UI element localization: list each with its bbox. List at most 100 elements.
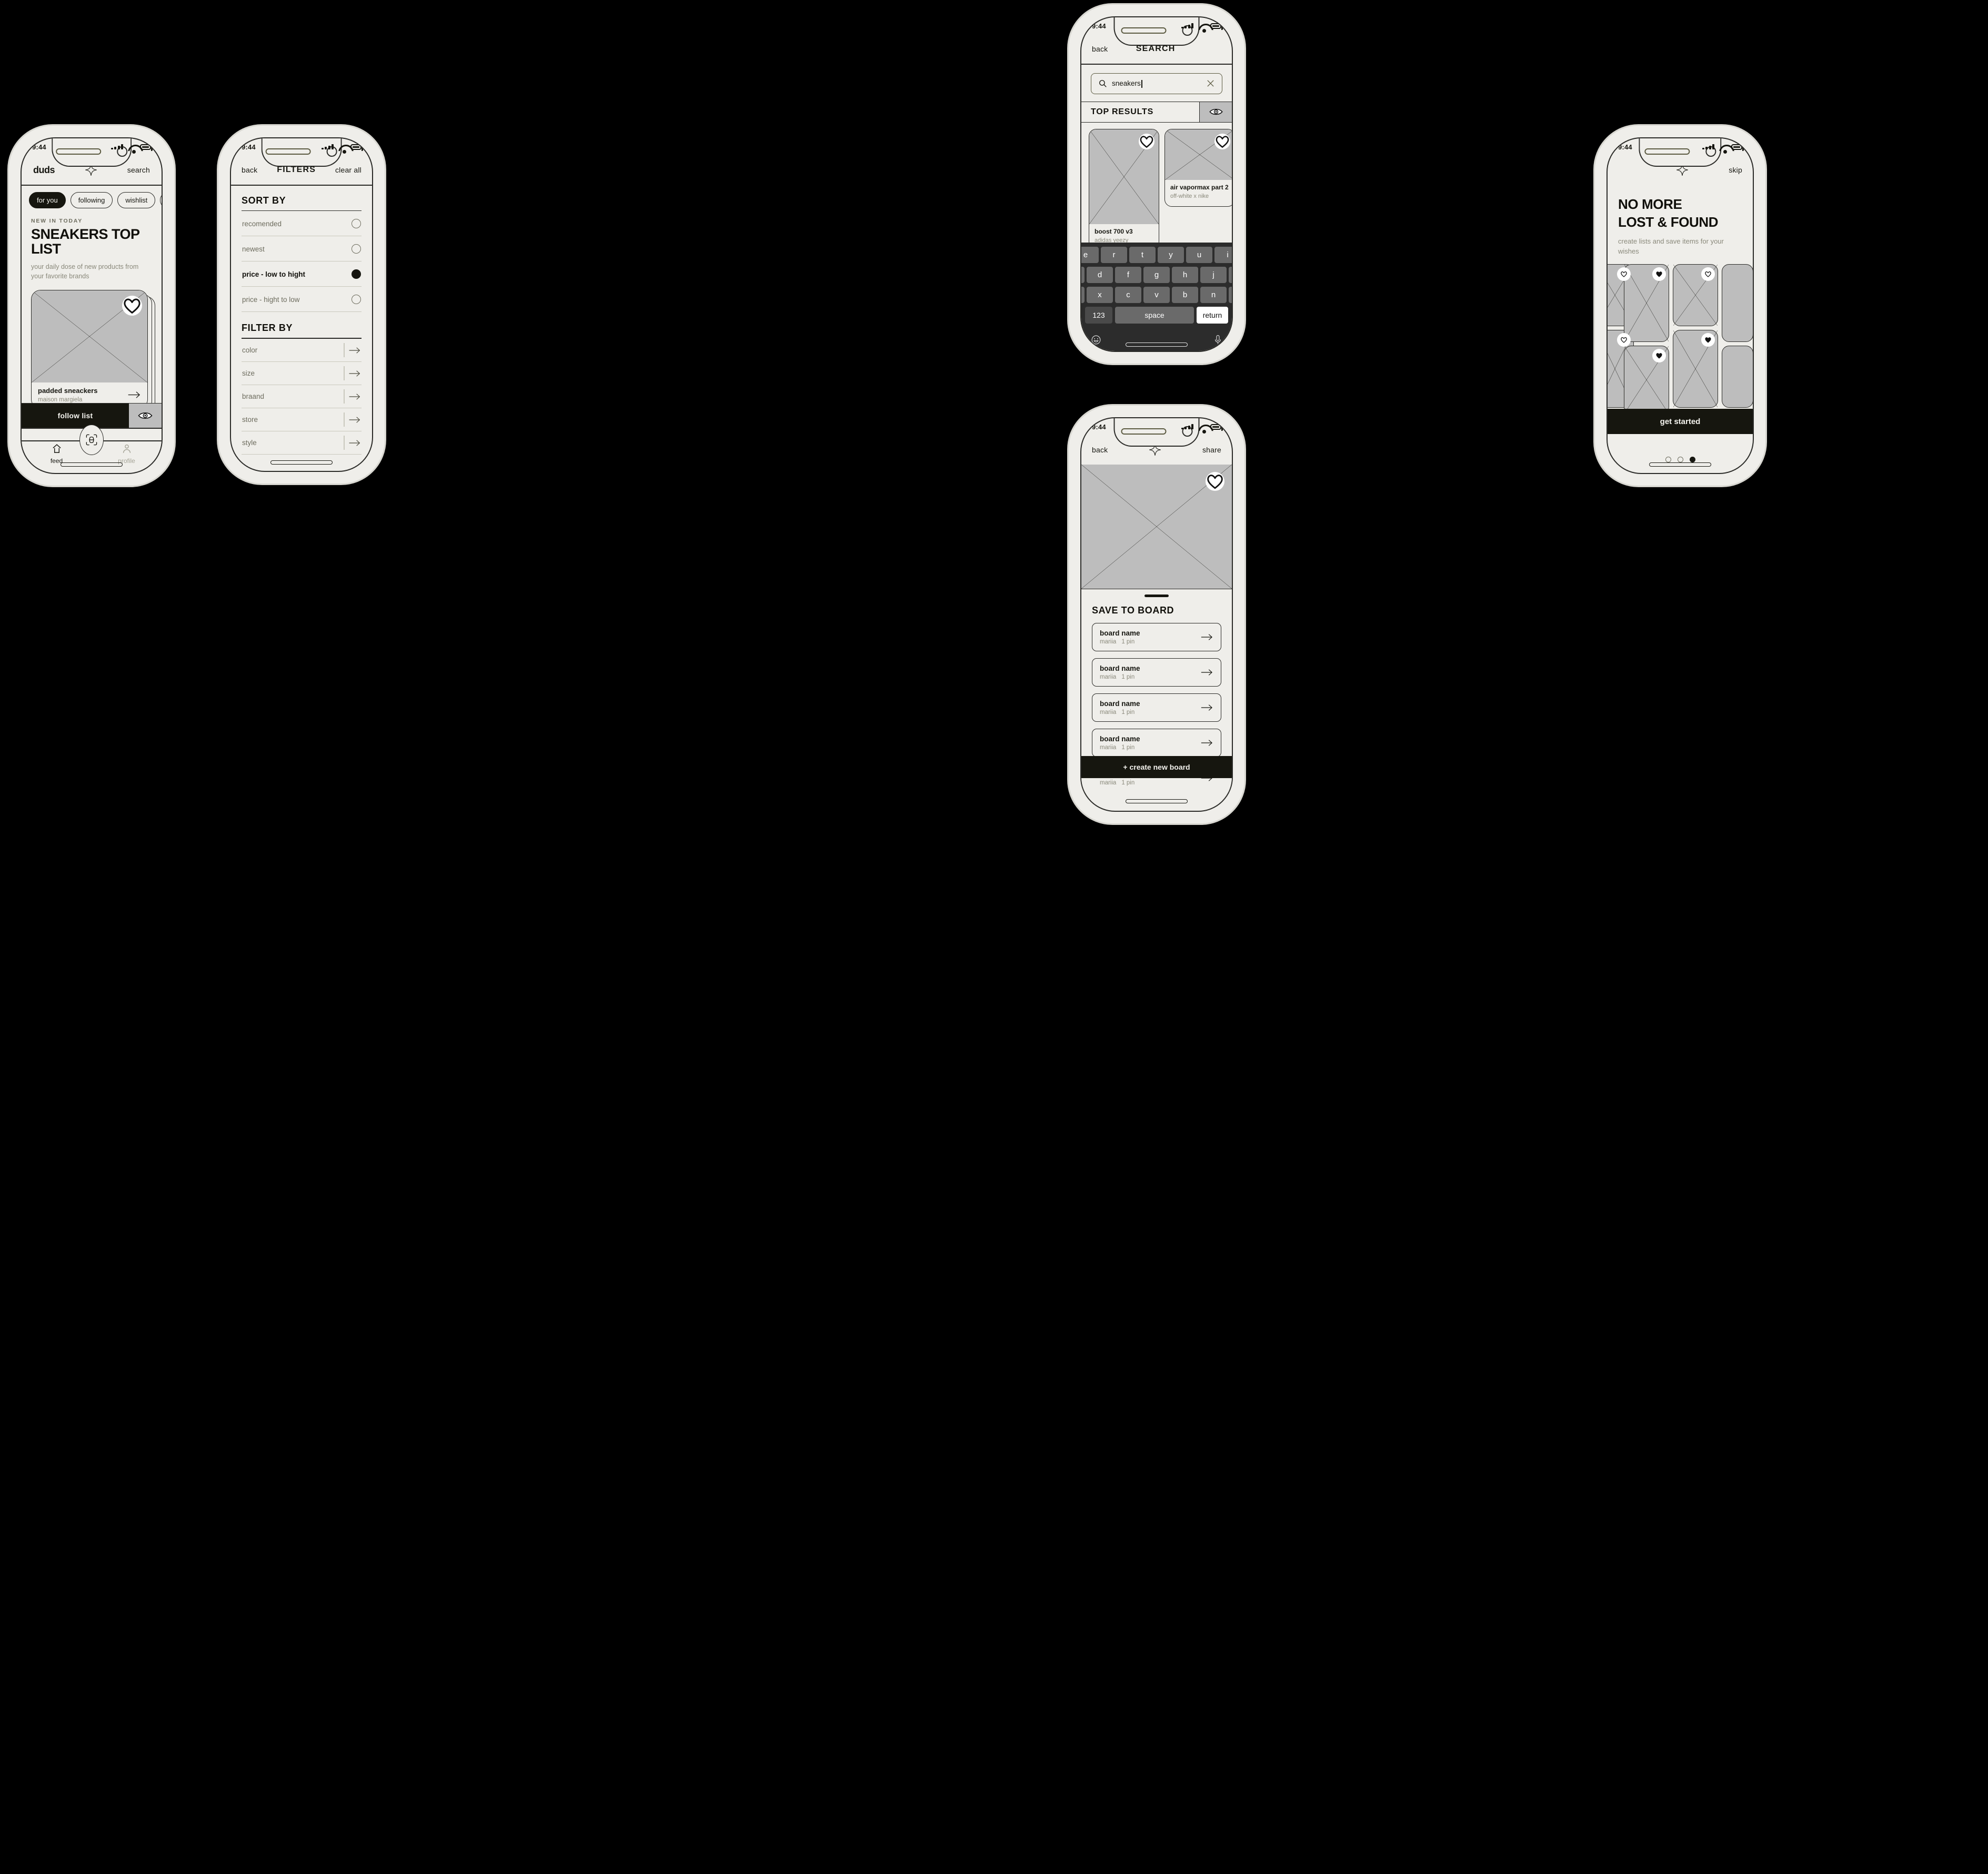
board-list-item[interactable]: board name mariia 1 pin [1092,658,1221,687]
grid-card[interactable] [1673,330,1718,408]
key-x[interactable]: x [1087,287,1113,303]
key-v[interactable]: v [1143,287,1170,303]
microphone-icon[interactable] [1213,335,1222,345]
radio-button-selected[interactable] [352,269,361,279]
key-y[interactable]: y [1158,247,1184,263]
arrow-right-icon[interactable] [1200,633,1213,641]
key-h[interactable]: h [1172,267,1198,283]
close-icon[interactable] [1206,79,1215,88]
key-z[interactable]: z [1081,287,1085,303]
key-s[interactable]: s [1081,267,1085,283]
radio-button[interactable] [352,295,361,305]
key-u[interactable]: u [1186,247,1212,263]
chip-wishlist[interactable]: wishlist [117,192,156,208]
dot-1[interactable] [1665,456,1671,462]
grid-card[interactable] [1722,346,1753,408]
favorite-button[interactable] [1617,267,1631,281]
favorite-button[interactable] [1617,333,1631,347]
arrow-right-icon[interactable] [348,392,361,401]
key-g[interactable]: g [1143,267,1170,283]
dot-2[interactable] [1677,456,1683,462]
key-k[interactable]: k [1229,267,1232,283]
scan-button[interactable] [79,425,104,455]
key-space[interactable]: space [1115,307,1194,324]
status-bar: 9:44 [1081,17,1232,34]
search-input[interactable]: sneakers [1091,73,1222,94]
key-n[interactable]: n [1200,287,1227,303]
back-link[interactable]: back [1092,446,1108,454]
key-j[interactable]: j [1200,267,1227,283]
grid-card[interactable] [1624,346,1669,415]
arrow-right-icon[interactable] [1200,668,1213,677]
arrow-right-icon[interactable] [1200,739,1213,747]
favorite-button[interactable] [1214,133,1230,149]
search-link[interactable]: search [127,166,150,174]
key-r[interactable]: r [1101,247,1127,263]
key-b[interactable]: b [1172,287,1198,303]
filter-row-color[interactable]: color [242,339,362,362]
key-c[interactable]: c [1115,287,1141,303]
filter-row-braand[interactable]: braand [242,385,362,408]
key-return[interactable]: return [1197,307,1228,324]
onscreen-keyboard[interactable]: q w e r t y u i o p a s d f g h [1081,243,1232,351]
arrow-right-icon[interactable] [127,390,141,399]
sort-option-newest[interactable]: newest [242,236,362,262]
emoji-icon[interactable] [1091,335,1101,345]
grid-card[interactable] [1722,264,1753,342]
clear-all-link[interactable]: clear all [335,166,362,174]
product-card[interactable]: padded sneackers maison margiela [31,289,148,409]
sort-option-price-high-low[interactable]: price - hight to low [242,287,362,313]
create-new-board-button[interactable]: + create new board [1081,756,1232,778]
grid-card[interactable] [1624,264,1669,342]
key-f[interactable]: f [1115,267,1141,283]
key-numbers[interactable]: 123 [1085,307,1112,324]
board-list-item[interactable]: board name mariia 1 pin [1092,693,1221,722]
filter-row-style[interactable]: style [242,431,362,455]
grid-card[interactable] [1673,264,1718,327]
key-i[interactable]: i [1214,247,1232,263]
arrow-right-icon[interactable] [348,439,361,447]
arrow-right-icon[interactable] [1200,703,1213,712]
key-e[interactable]: e [1081,247,1099,263]
arrow-right-icon[interactable] [348,369,361,378]
board-list-item[interactable]: board name mariia 1 pin [1092,623,1221,651]
key-d[interactable]: d [1087,267,1113,283]
result-card[interactable]: boost 700 v3 adidas yeezy [1089,128,1159,249]
follow-list-button[interactable]: follow list [22,404,129,428]
key-m[interactable]: m [1229,287,1232,303]
sort-option-price-low-high[interactable]: price - low to hight [242,261,362,287]
radio-button[interactable] [352,244,361,254]
chip-following[interactable]: following [70,192,113,208]
favorite-button[interactable] [1701,267,1715,281]
chip-for-you[interactable]: for you [29,192,66,208]
favorite-button[interactable] [1206,472,1224,491]
app-logo: duds [33,164,55,175]
key-t[interactable]: t [1129,247,1156,263]
filter-row-store[interactable]: store [242,408,362,431]
favorite-button-active[interactable] [1652,267,1666,281]
search-results-row[interactable]: boost 700 v3 adidas yeezy air vapormax p… [1081,123,1232,256]
results-preview-button[interactable] [1199,102,1232,122]
chip-young-blood[interactable]: young blood [160,192,162,208]
result-card[interactable]: air vapormax part 2 off-white x nike [1164,128,1232,207]
favorite-button[interactable] [1139,133,1154,149]
radio-button[interactable] [352,219,361,229]
back-link[interactable]: back [1092,45,1108,53]
filter-row-size[interactable]: size [242,362,362,385]
preview-button[interactable] [129,404,162,428]
favorite-button-active[interactable] [1701,333,1715,347]
feed-chip-row[interactable]: for you following wishlist young blood [22,186,162,210]
dot-3-active[interactable] [1689,456,1695,462]
sort-option-recomended[interactable]: recomended [242,211,362,237]
wifi-icon [1719,144,1727,154]
arrow-right-icon[interactable] [348,416,361,424]
share-link[interactable]: share [1202,446,1221,454]
arrow-right-icon[interactable] [348,346,361,355]
board-list-item[interactable]: board name mariia 1 pin [1092,729,1221,757]
favorite-button[interactable] [122,295,142,316]
skip-link[interactable]: skip [1729,166,1742,174]
favorite-button-active[interactable] [1652,349,1666,363]
get-started-button[interactable]: get started [1608,409,1753,434]
product-name: padded sneackers [38,386,98,395]
back-link[interactable]: back [242,166,257,174]
